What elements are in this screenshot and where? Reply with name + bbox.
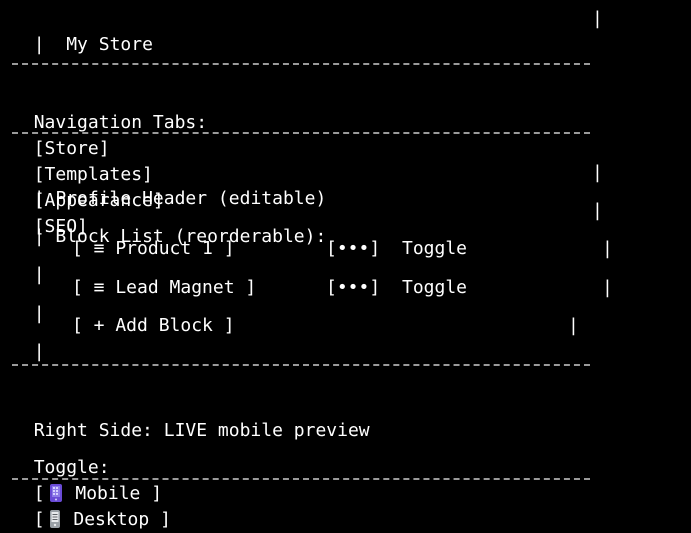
block-product-1[interactable]: [ ≡ Product 1 ] — [72, 236, 235, 262]
bracket-close: ] — [160, 509, 171, 530]
store-header-row: | My Store | — [12, 6, 612, 55]
navigation-tabs-label: Navigation Tabs: — [33, 112, 208, 133]
header-border-right: | — [592, 8, 603, 29]
bracket-open: [ — [33, 509, 45, 530]
row-pipe-right: | — [592, 200, 603, 221]
separator-1 — [12, 63, 590, 65]
desktop-label: Desktop — [73, 509, 150, 530]
block-lead-magnet[interactable]: [ ≡ Lead Magnet ] — [72, 275, 256, 301]
row-pipe-right: | — [602, 277, 613, 298]
profile-header-row: | Profile Header (editable) | — [12, 160, 612, 209]
mobile-toggle-button[interactable]: [ Mobile ] — [34, 483, 162, 504]
block-list-row: | Block List (reorderable): | — [12, 198, 612, 247]
separator-3 — [12, 364, 590, 366]
row-pipe-right: | — [568, 315, 579, 336]
separator-4 — [12, 478, 590, 480]
block-product-1-toggle[interactable]: Toggle — [402, 236, 467, 262]
mobile-label: Mobile — [75, 483, 141, 504]
row-pipe-left: | — [33, 341, 45, 362]
preview-label-row: Right Side: LIVE mobile preview — [12, 392, 370, 441]
block-row-product-1: | [ ≡ Product 1 ] [•••] Toggle | — [12, 236, 632, 285]
add-block-button[interactable]: [ + Add Block ] — [72, 313, 235, 339]
navigation-tabs-row: Navigation Tabs: [Store] [Templates] [Ap… — [12, 84, 207, 237]
preview-toggle-label: Toggle: — [33, 457, 110, 478]
block-row-lead-magnet: | [ ≡ Lead Magnet ] [•••] Toggle | — [12, 275, 632, 324]
desktop-toggle-button[interactable]: [ Desktop ] — [34, 509, 171, 530]
row-pipe-right: | — [602, 238, 613, 259]
bracket-close: ] — [151, 483, 163, 504]
preview-toggle-row: Toggle: [ Mobile ] [ Desktop ] — [12, 429, 171, 530]
block-lead-magnet-toggle[interactable]: Toggle — [402, 275, 467, 301]
row-pipe-right: | — [592, 162, 603, 183]
add-block-row: | [ + Add Block ] | — [12, 313, 612, 362]
block-product-1-menu-button[interactable]: [•••] — [326, 236, 380, 262]
block-lead-magnet-menu-button[interactable]: [•••] — [326, 275, 380, 301]
bracket-open: [ — [33, 483, 45, 504]
store-title: My Store — [66, 34, 153, 55]
separator-2 — [12, 132, 590, 134]
header-border-left: | — [33, 34, 45, 55]
tab-store[interactable]: [Store] — [34, 138, 110, 159]
desktop-phone-icon — [49, 510, 61, 528]
mobile-phone-icon — [49, 484, 63, 502]
